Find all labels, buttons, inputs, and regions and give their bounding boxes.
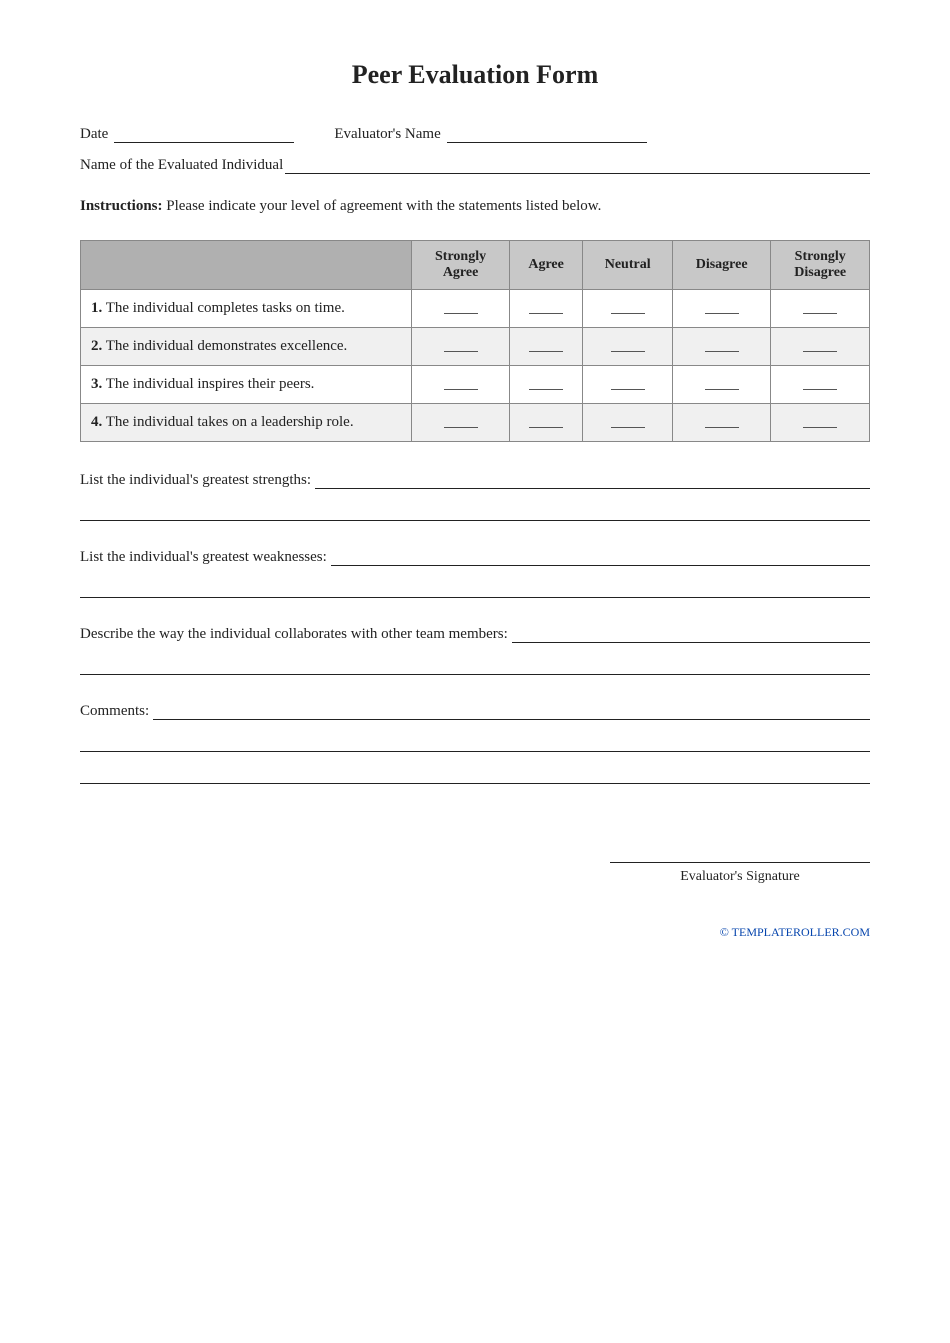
table-row-statement-3: 3. The individual inspires their peers. — [81, 366, 412, 404]
col-header-neutral: Neutral — [583, 241, 672, 290]
rating-cell-agree-row-4[interactable] — [509, 404, 583, 442]
open-label-text-strengths: List the individual's greatest strengths… — [80, 472, 311, 489]
instructions-prefix: Instructions: — [80, 198, 163, 214]
col-header-strongly-agree: StronglyAgree — [412, 241, 509, 290]
evaluated-individual-label: Name of the Evaluated Individual — [80, 157, 283, 174]
answer-line-weaknesses[interactable] — [80, 576, 870, 598]
open-label-text-collaboration: Describe the way the individual collabor… — [80, 626, 508, 643]
rating-cell-disagree-row-1[interactable] — [672, 290, 771, 328]
rating-cell-disagree-row-4[interactable] — [672, 404, 771, 442]
open-sections: List the individual's greatest strengths… — [80, 472, 870, 802]
evaluator-name-input-line[interactable] — [447, 142, 647, 143]
open-label-text-weaknesses: List the individual's greatest weaknesse… — [80, 549, 327, 566]
signature-label: Evaluator's Signature — [610, 869, 870, 885]
rating-table: StronglyAgree Agree Neutral Disagree Str… — [80, 240, 870, 442]
answer-line-comments[interactable] — [80, 730, 870, 752]
evaluator-name-field-group: Evaluator's Name — [334, 126, 646, 143]
rating-cell-strongly-agree-row-1[interactable] — [412, 290, 509, 328]
inline-answer-line-weaknesses[interactable] — [331, 565, 870, 566]
open-section-strengths: List the individual's greatest strengths… — [80, 472, 870, 539]
rating-cell-disagree-row-3[interactable] — [672, 366, 771, 404]
rating-cell-strongly-agree-row-4[interactable] — [412, 404, 509, 442]
answer-line-strengths[interactable] — [80, 499, 870, 521]
signature-section: Evaluator's Signature — [80, 862, 870, 885]
inline-answer-line-collaboration[interactable] — [512, 642, 870, 643]
instructions-block: Instructions: Please indicate your level… — [80, 194, 870, 218]
date-label: Date — [80, 126, 108, 143]
rating-cell-strongly-disagree-row-3[interactable] — [771, 366, 870, 404]
rating-cell-neutral-row-2[interactable] — [583, 328, 672, 366]
rating-cell-strongly-disagree-row-4[interactable] — [771, 404, 870, 442]
open-label-weaknesses: List the individual's greatest weaknesse… — [80, 549, 870, 566]
col-header-strongly-disagree: StronglyDisagree — [771, 241, 870, 290]
evaluated-individual-input-line[interactable] — [285, 173, 870, 174]
evaluator-name-label: Evaluator's Name — [334, 126, 440, 143]
date-field-group: Date — [80, 126, 294, 143]
col-header-agree: Agree — [509, 241, 583, 290]
table-row-statement-1: 1. The individual completes tasks on tim… — [81, 290, 412, 328]
open-section-comments: Comments: — [80, 703, 870, 802]
rating-cell-agree-row-3[interactable] — [509, 366, 583, 404]
col-header-statement — [81, 241, 412, 290]
rating-cell-strongly-disagree-row-2[interactable] — [771, 328, 870, 366]
page-title: Peer Evaluation Form — [80, 60, 870, 90]
answer-line-2-comments[interactable] — [80, 762, 870, 784]
rating-cell-neutral-row-4[interactable] — [583, 404, 672, 442]
rating-cell-strongly-disagree-row-1[interactable] — [771, 290, 870, 328]
open-label-strengths: List the individual's greatest strengths… — [80, 472, 870, 489]
table-row-statement-4: 4. The individual takes on a leadership … — [81, 404, 412, 442]
inline-answer-line-comments[interactable] — [153, 719, 870, 720]
rating-cell-neutral-row-1[interactable] — [583, 290, 672, 328]
header-row-1: Date Evaluator's Name — [80, 126, 870, 143]
table-row-statement-2: 2. The individual demonstrates excellenc… — [81, 328, 412, 366]
rating-cell-strongly-agree-row-2[interactable] — [412, 328, 509, 366]
open-label-text-comments: Comments: — [80, 703, 149, 720]
rating-cell-neutral-row-3[interactable] — [583, 366, 672, 404]
rating-cell-agree-row-2[interactable] — [509, 328, 583, 366]
signature-line[interactable] — [610, 862, 870, 863]
evaluated-individual-row: Name of the Evaluated Individual — [80, 157, 870, 174]
open-label-collaboration: Describe the way the individual collabor… — [80, 626, 870, 643]
footer: © TEMPLATEROLLER.COM — [80, 925, 870, 940]
rating-cell-disagree-row-2[interactable] — [672, 328, 771, 366]
instructions-text: Please indicate your level of agreement … — [163, 198, 602, 214]
rating-cell-agree-row-1[interactable] — [509, 290, 583, 328]
col-header-disagree: Disagree — [672, 241, 771, 290]
open-section-collaboration: Describe the way the individual collabor… — [80, 626, 870, 693]
open-label-comments: Comments: — [80, 703, 870, 720]
date-input-line[interactable] — [114, 142, 294, 143]
footer-link[interactable]: © TEMPLATEROLLER.COM — [720, 925, 870, 939]
rating-cell-strongly-agree-row-3[interactable] — [412, 366, 509, 404]
open-section-weaknesses: List the individual's greatest weaknesse… — [80, 549, 870, 616]
inline-answer-line-strengths[interactable] — [315, 488, 870, 489]
answer-line-collaboration[interactable] — [80, 653, 870, 675]
